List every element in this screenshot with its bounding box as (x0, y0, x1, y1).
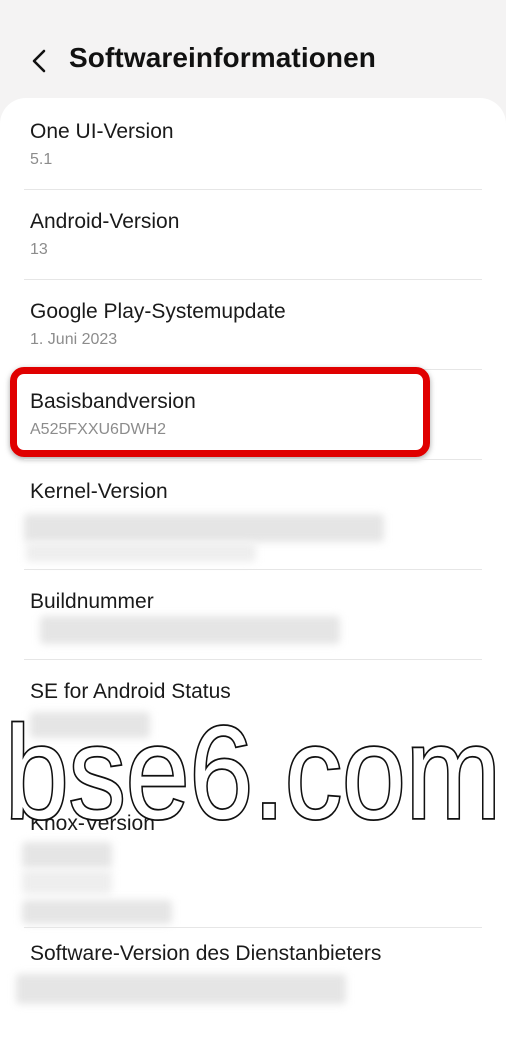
list-item-software-version-dienstanbieter[interactable]: Software-Version des Dienstanbieters (0, 932, 506, 1024)
highlight-frame (10, 367, 430, 457)
chevron-left-icon (32, 49, 46, 73)
list-item-google-play-systemupdate[interactable]: Google Play-Systemupdate 1. Juni 2023 (0, 284, 506, 370)
watermark-text: bse6.com (5, 699, 501, 840)
list-item-label: One UI-Version (30, 120, 174, 143)
list-item-one-ui-version[interactable]: One UI-Version 5.1 (0, 104, 506, 190)
blurred-value (22, 870, 112, 894)
list-item-value: 1. Juni 2023 (30, 331, 118, 348)
list-item-label: Kernel-Version (30, 480, 168, 503)
divider (24, 927, 482, 928)
divider (24, 279, 482, 280)
list-item-kernel-version[interactable]: Kernel-Version (0, 464, 506, 570)
list-item-label: Android-Version (30, 210, 180, 233)
watermark: bse6.com (3, 697, 503, 840)
blurred-value (22, 842, 112, 868)
blurred-value (16, 974, 346, 1004)
blurred-value (26, 542, 256, 562)
divider (24, 459, 482, 460)
divider (24, 569, 482, 570)
blurred-value (22, 900, 172, 924)
list-item-buildnummer[interactable]: Buildnummer (0, 574, 506, 660)
list-item-label: Google Play-Systemupdate (30, 300, 286, 323)
list-item-value: 5.1 (30, 151, 53, 168)
blurred-value (40, 616, 340, 644)
divider (24, 659, 482, 660)
blurred-value (24, 514, 384, 542)
list-item-label: Buildnummer (30, 590, 154, 613)
divider (24, 189, 482, 190)
list-item-value: 13 (30, 241, 48, 258)
back-button[interactable] (22, 44, 56, 78)
page-title: Softwareinformationen (69, 42, 377, 73)
list-item-label: Software-Version des Dienstanbieters (30, 942, 382, 965)
top-app-bar: Softwareinformationen (0, 0, 506, 100)
list-item-android-version[interactable]: Android-Version 13 (0, 194, 506, 280)
